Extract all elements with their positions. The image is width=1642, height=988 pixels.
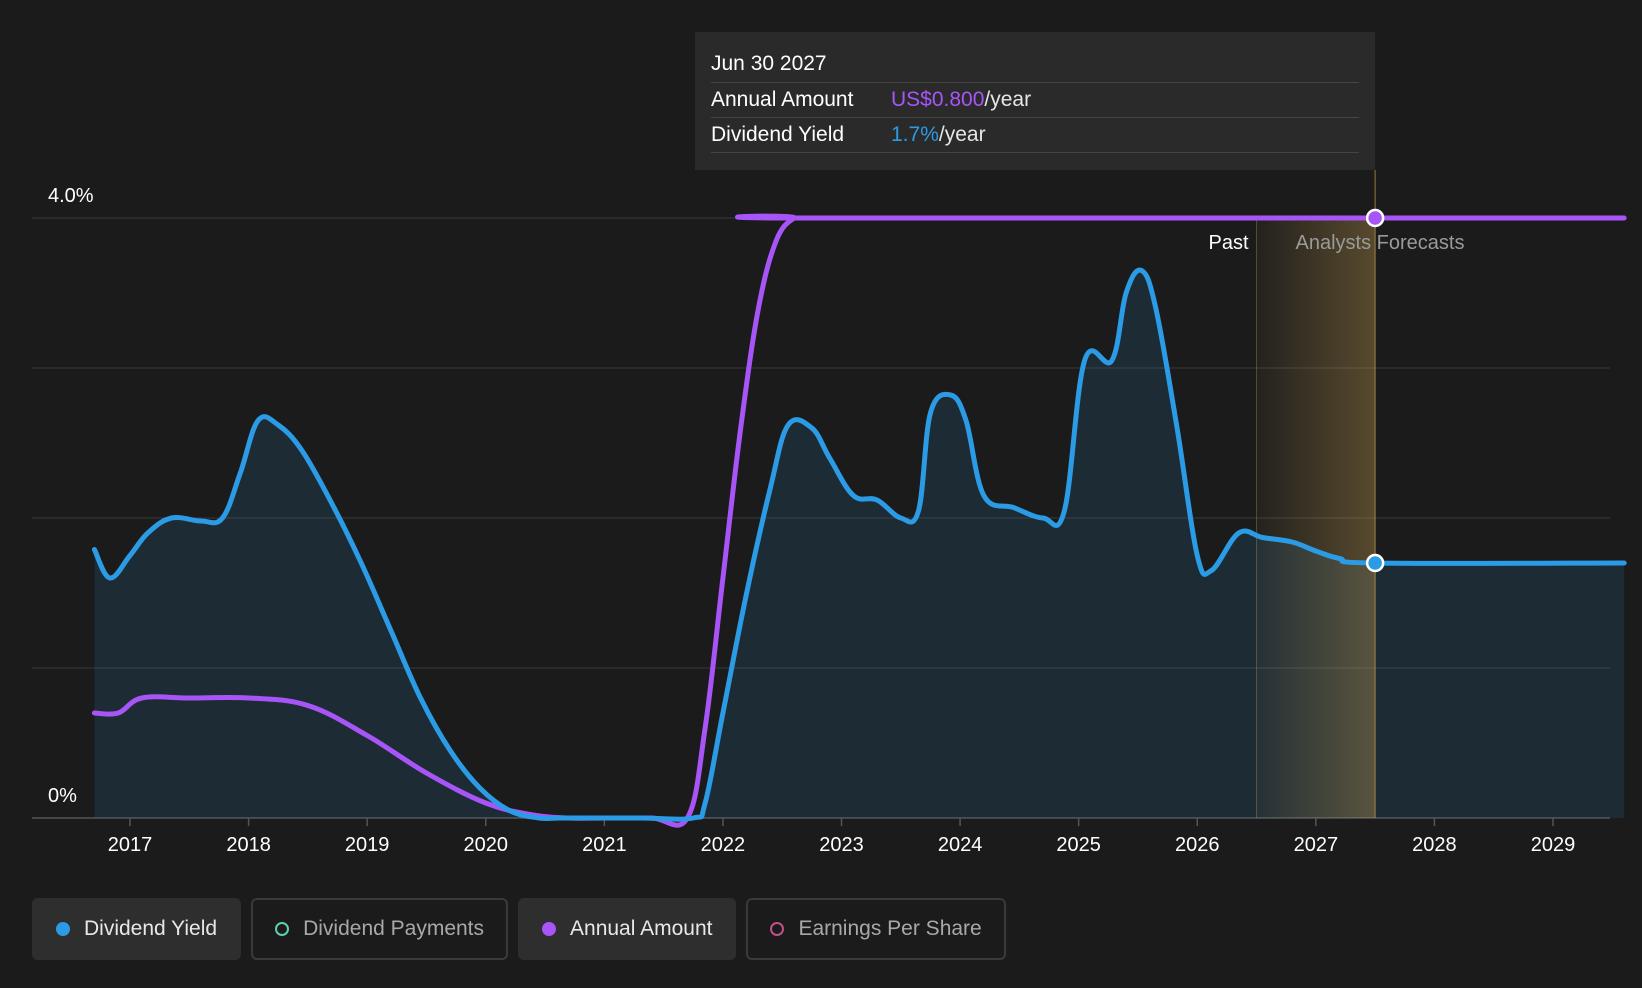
x-tick-label: 2023: [819, 834, 864, 856]
annual-amount-hover-marker: [1365, 208, 1385, 228]
x-tick-label: 2026: [1175, 834, 1220, 856]
tooltip-annual-value: US$0.800: [891, 88, 985, 111]
y-tick-label-bottom: 0%: [48, 785, 77, 807]
x-tick-label: 2029: [1531, 834, 1576, 856]
x-tick-label: 2024: [938, 834, 983, 856]
dividend-yield-hover-marker: [1365, 553, 1385, 573]
past-label: Past: [1209, 232, 1249, 254]
tooltip-yield-label: Dividend Yield: [711, 123, 845, 146]
x-tick-label: 2028: [1412, 834, 1457, 856]
legend-annual-amount-label: Annual Amount: [570, 917, 713, 940]
legend-dividend-yield-label: Dividend Yield: [84, 917, 218, 940]
tooltip-date: Jun 30 2027: [711, 46, 1359, 83]
forecast-band: [1256, 218, 1376, 818]
hover-tooltip: Jun 30 2027 Annual Amount US$0.800 /year…: [695, 32, 1375, 170]
x-tick-label: 2021: [582, 834, 627, 856]
x-tick-label: 2025: [1056, 834, 1101, 856]
tooltip-yield-unit: /year: [938, 123, 986, 146]
tooltip-yield-row: Dividend Yield 1.7% /year: [711, 118, 1359, 153]
dividend-yield-area: [94, 270, 1625, 820]
legend-earnings-per-share[interactable]: Earnings Per Share: [746, 898, 1006, 960]
legend-dividend-payments-label: Dividend Payments: [303, 917, 485, 940]
chart-legend: Dividend Yield Dividend Payments Annual …: [32, 898, 1006, 960]
y-tick-label-top: 4.0%: [48, 185, 94, 207]
tooltip-annual-unit: /year: [984, 88, 1032, 111]
tooltip-annual-row: Annual Amount US$0.800 /year: [711, 83, 1359, 118]
dividend-payments-ring-icon: [275, 922, 290, 936]
legend-earnings-per-share-label: Earnings Per Share: [798, 917, 982, 940]
earnings-per-share-ring-icon: [770, 922, 785, 936]
legend-dividend-yield[interactable]: Dividend Yield: [32, 898, 242, 960]
x-tick-label: 2017: [108, 834, 153, 856]
forecast-label: Analysts Forecasts: [1296, 232, 1465, 254]
tooltip-yield-value: 1.7%: [891, 123, 939, 146]
x-tick-label: 2018: [226, 834, 271, 856]
annual-amount-dot-icon: [542, 922, 557, 936]
x-tick-label: 2022: [701, 834, 746, 856]
legend-annual-amount[interactable]: Annual Amount: [518, 898, 737, 960]
tooltip-annual-label: Annual Amount: [711, 88, 854, 111]
dividend-yield-dot-icon: [56, 922, 70, 936]
x-tick-label: 2027: [1294, 834, 1339, 856]
legend-dividend-payments[interactable]: Dividend Payments: [251, 898, 509, 960]
x-tick-label: 2019: [345, 834, 390, 856]
x-tick-label: 2020: [464, 834, 509, 856]
